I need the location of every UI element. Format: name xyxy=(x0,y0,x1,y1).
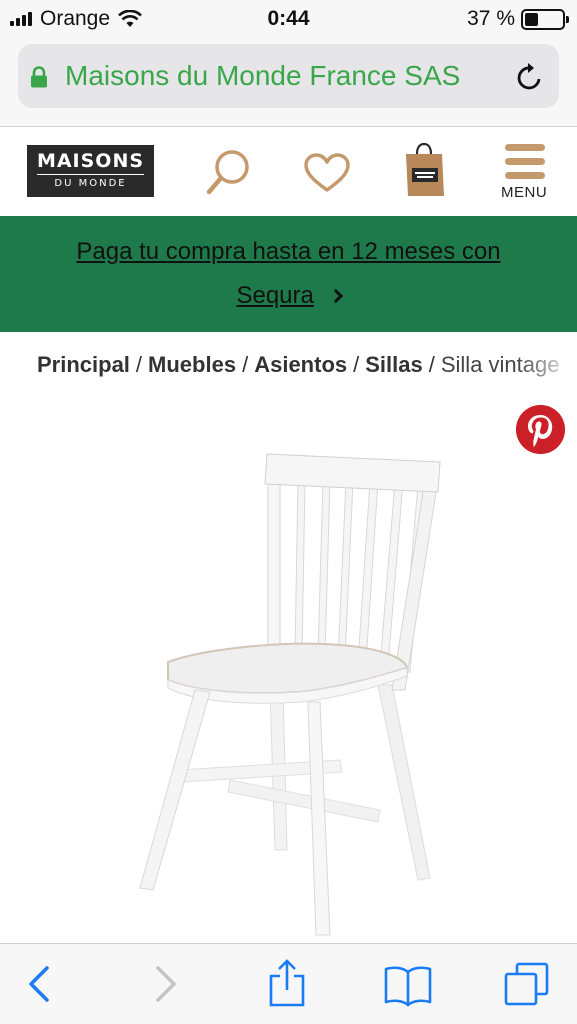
promo-link-label[interactable]: Sequra xyxy=(236,282,313,309)
site-header: MAISONS DU MONDE MENU xyxy=(0,128,577,216)
url-label[interactable]: Maisons du Monde France SAS xyxy=(65,60,460,92)
breadcrumb-item-asientos[interactable]: Asientos xyxy=(254,352,347,377)
breadcrumb-separator: / xyxy=(242,352,249,377)
promo-link[interactable]: Sequra xyxy=(0,282,577,310)
status-bar: Orange 0:44 37 % xyxy=(0,0,577,38)
reload-icon[interactable] xyxy=(515,60,545,92)
back-icon[interactable] xyxy=(27,964,53,1004)
breadcrumb-separator: / xyxy=(135,352,143,377)
forward-icon[interactable] xyxy=(152,964,178,1004)
breadcrumb-item-sillas[interactable]: Sillas xyxy=(365,352,422,377)
breadcrumb-separator: / xyxy=(428,352,435,377)
battery-icon xyxy=(521,8,569,30)
logo-line1: MAISONS xyxy=(36,150,145,172)
browser-bar: Maisons du Monde France SAS xyxy=(0,38,577,127)
lock-icon xyxy=(31,66,47,88)
breadcrumb-separator: / xyxy=(353,352,360,377)
address-bar[interactable]: Maisons du Monde France SAS xyxy=(18,44,559,108)
breadcrumb: Principal / Muebles / Asientos / Sillas / Silla … xyxy=(37,352,577,386)
shopping-bag-icon[interactable] xyxy=(404,142,446,198)
bookmarks-icon[interactable] xyxy=(383,964,433,1008)
heart-icon[interactable] xyxy=(303,152,351,194)
breadcrumb-fade xyxy=(517,348,577,388)
bottom-toolbar xyxy=(0,943,577,1024)
chevron-right-icon xyxy=(328,288,343,304)
search-icon[interactable] xyxy=(203,146,255,198)
pinterest-icon[interactable] xyxy=(516,405,565,454)
share-icon[interactable] xyxy=(268,958,306,1008)
tabs-icon[interactable] xyxy=(503,961,551,1007)
breadcrumb-item-principal[interactable]: Principal xyxy=(37,352,130,377)
menu-icon[interactable] xyxy=(503,142,547,182)
logo-line2: DU MONDE xyxy=(37,174,144,191)
promo-text[interactable]: Paga tu compra hasta en 12 meses con xyxy=(0,238,577,266)
breadcrumb-item-muebles[interactable]: Muebles xyxy=(148,352,236,377)
menu-label[interactable]: MENU xyxy=(501,184,547,201)
battery-level xyxy=(525,12,539,26)
logo[interactable]: MAISONS DU MONDE xyxy=(27,145,154,197)
battery-percent: 37 % xyxy=(467,7,515,30)
product-image[interactable] xyxy=(120,440,460,940)
promo-banner[interactable]: Paga tu compra hasta en 12 meses con Seq… xyxy=(0,216,577,332)
status-right: 37 % xyxy=(467,7,569,31)
